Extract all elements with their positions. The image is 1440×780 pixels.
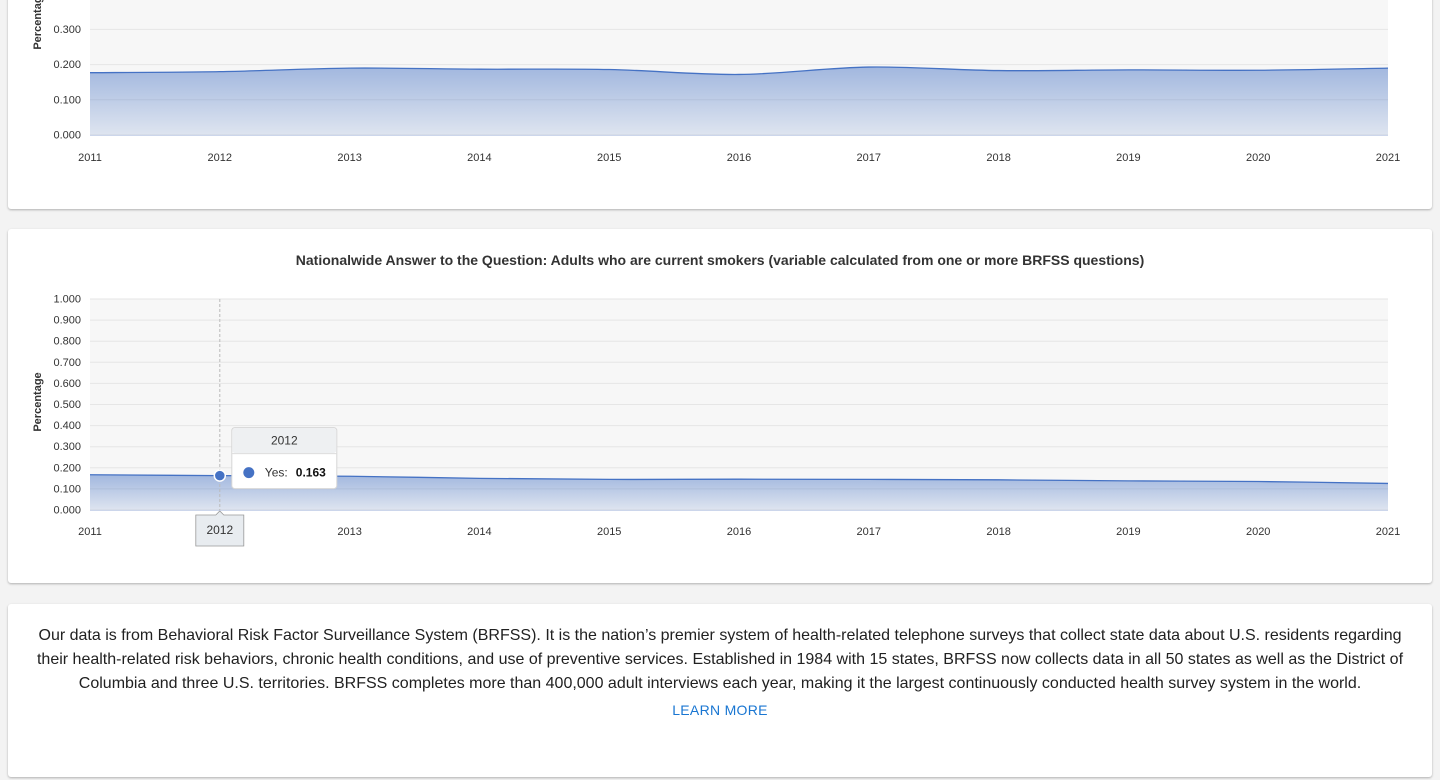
data-point[interactable] [603,64,615,76]
data-point[interactable] [603,473,615,485]
info-card: Our data is from Behavioral Risk Factor … [8,604,1432,777]
y-tick-label: 0.100 [53,94,81,106]
x-tick-label: 2011 [78,152,102,164]
info-text: Our data is from Behavioral Risk Factor … [36,627,1404,692]
y-tick-label: 0.900 [53,315,81,327]
tooltip: 2012 Yes: 0.163 [231,427,338,490]
tooltip-series-label: Yes: [265,466,288,480]
x-tick-label: 2015 [597,152,621,164]
tooltip-series-marker [243,467,255,479]
data-point[interactable] [1252,64,1264,76]
x-tick-label: 2015 [597,526,621,538]
x-tick-label: 2019 [1116,526,1140,538]
crosshair-x-label: 2012 [195,510,245,547]
area-chart-top[interactable]: 0.0000.1000.2000.3000.4000.5000.600Perce… [8,0,1432,209]
x-tick-label: 2021 [1376,152,1400,164]
y-axis-title: Percentage [32,0,44,50]
data-point[interactable] [473,472,485,484]
y-tick-label: 1.000 [53,294,81,306]
y-tick-label: 0.200 [53,59,81,71]
x-tick-label: 2017 [857,152,881,164]
hover-point[interactable] [213,469,227,482]
y-axis-title: Percentage [32,372,44,431]
data-point[interactable] [1382,62,1394,74]
x-tick-label: 2018 [986,526,1010,538]
x-tick-label: 2017 [857,526,881,538]
data-point[interactable] [1122,64,1134,76]
y-tick-label: 0.300 [53,24,81,36]
y-tick-label: 0.200 [53,462,81,474]
data-point[interactable] [993,65,1005,77]
x-tick-label: 2016 [727,526,751,538]
chart-card-smokers: Nationalwide Answer to the Question: Adu… [8,229,1432,583]
chart-title: Nationalwide Answer to the Question: Adu… [296,252,1144,268]
data-point[interactable] [344,62,356,74]
data-point[interactable] [344,470,356,482]
y-tick-label: 0.800 [53,336,81,348]
x-tick-label: 2013 [337,526,361,538]
x-tick-label: 2021 [1376,526,1400,538]
y-tick-label: 0.300 [53,441,81,453]
y-tick-label: 0.600 [53,378,81,390]
x-tick-label: 2012 [208,152,232,164]
y-tick-label: 0.400 [53,0,81,1]
data-point[interactable] [863,61,875,73]
chart-card-top: 0.0000.1000.2000.3000.4000.5000.600Perce… [8,0,1432,209]
tooltip-value: 0.163 [296,466,326,480]
data-point[interactable] [733,68,745,80]
x-tick-label: 2018 [986,152,1010,164]
tooltip-header: 2012 [271,434,298,448]
y-tick-label: 0.000 [53,130,81,142]
y-tick-label: 0.700 [53,357,81,369]
data-point[interactable] [473,63,485,75]
data-point[interactable] [214,66,226,78]
x-tick-label: 2020 [1246,152,1270,164]
x-tick-label: 2011 [78,526,102,538]
data-point[interactable] [1382,477,1394,489]
x-tick-label: 2016 [727,152,751,164]
data-point[interactable] [1252,476,1264,488]
data-point[interactable] [863,473,875,485]
data-point[interactable] [84,67,96,79]
x-tick-label: 2013 [337,152,361,164]
y-tick-label: 0.100 [53,483,81,495]
y-tick-label: 0.000 [53,505,81,517]
data-point[interactable] [1122,475,1134,487]
x-tick-label: 2020 [1246,526,1270,538]
data-point[interactable] [993,474,1005,486]
crosshair-label-text: 2012 [206,523,233,537]
data-point[interactable] [84,469,96,481]
x-tick-label: 2014 [467,526,491,538]
y-tick-label: 0.400 [53,420,81,432]
area-chart-smokers[interactable]: Nationalwide Answer to the Question: Adu… [8,229,1432,583]
x-tick-label: 2014 [467,152,491,164]
data-point[interactable] [733,473,745,485]
y-tick-label: 0.500 [53,399,81,411]
learn-more-link[interactable]: LEARN MORE [8,702,1432,718]
x-tick-label: 2019 [1116,152,1140,164]
